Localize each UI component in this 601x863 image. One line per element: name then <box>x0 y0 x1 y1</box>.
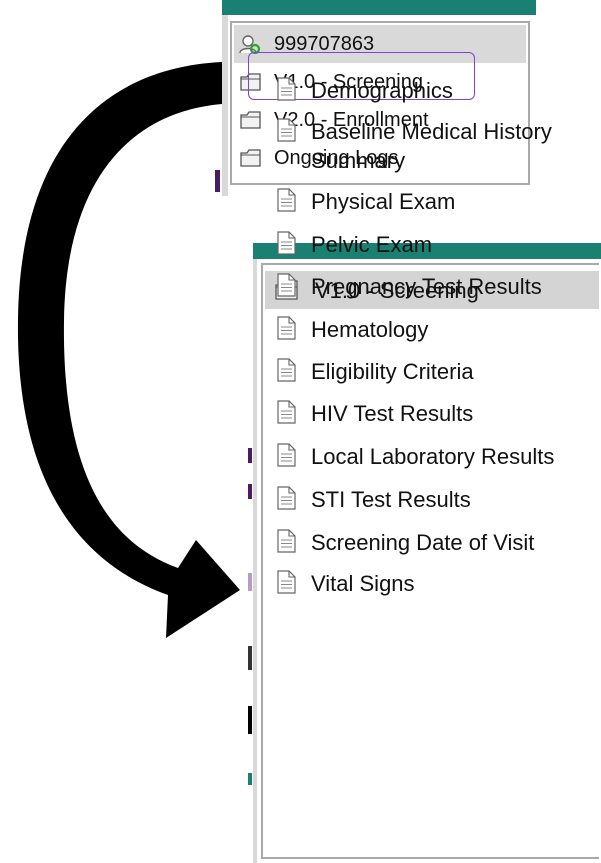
tree-item-text: Local Laboratory Results <box>311 442 554 471</box>
tree-item-text: Pelvic Exam <box>311 230 432 259</box>
tree-item-text: Hematology <box>311 315 428 344</box>
tree-item-label: STI Test Results <box>311 487 471 512</box>
tree-item-form[interactable]: Eligibility Criteria <box>265 357 599 386</box>
tree-item-form[interactable]: Pregnancy Test Results <box>265 272 599 301</box>
tree-item-label: Screening Date of Visit <box>311 530 535 555</box>
folder-icon <box>240 111 261 129</box>
tree-item-form[interactable]: HIV Test Results <box>265 399 599 428</box>
tree-item-label: Pregnancy Test Results <box>311 274 542 299</box>
background-fragment <box>248 484 252 499</box>
participant-icon <box>239 35 261 54</box>
document-icon <box>277 316 296 340</box>
background-fragment <box>248 706 252 734</box>
tree-item-label-line2: Summary <box>311 148 406 173</box>
bottom-tree-panel: V1.0 - Screening Demographics Baseline Me… <box>248 77 601 863</box>
tree-item-label: Baseline Medical History <box>311 119 552 144</box>
tree-item-label: Local Laboratory Results <box>311 444 555 469</box>
background-fragment <box>248 448 252 463</box>
tree-item-label: Physical Exam <box>311 189 456 214</box>
document-icon <box>277 358 296 382</box>
tree-item-text: Vital Signs <box>311 569 415 598</box>
tree-item-form[interactable]: Pelvic Exam <box>265 230 599 259</box>
document-icon <box>277 400 296 424</box>
document-icon <box>277 77 296 101</box>
tree-item-form[interactable]: Vital Signs <box>265 569 599 598</box>
tree-item-text: Eligibility Criteria <box>311 357 474 386</box>
tree-item-form[interactable]: Local Laboratory Results <box>265 442 599 471</box>
tree-item-label: Vital Signs <box>311 571 415 596</box>
document-icon <box>277 529 296 553</box>
tree-item-form[interactable]: Screening Date of Visit <box>265 528 599 557</box>
tree-item-text: STI Test Results <box>311 485 471 514</box>
tree-item-label: Hematology <box>311 317 429 342</box>
document-icon <box>277 570 296 594</box>
tree-item-form[interactable]: Physical Exam <box>265 187 599 216</box>
panel-header-bar <box>222 0 536 15</box>
document-icon <box>277 188 296 212</box>
tree-item-label: Pelvic Exam <box>311 232 433 257</box>
tree-item-form[interactable]: Hematology <box>265 315 599 344</box>
background-fragment <box>248 646 252 670</box>
tree-item-label: HIV Test Results <box>311 401 474 426</box>
document-icon <box>277 273 296 297</box>
tree-item-form[interactable]: Demographics <box>265 76 599 105</box>
tree-item-text: Physical Exam <box>311 187 455 216</box>
panel-left-edge <box>222 15 228 196</box>
tree-item-label: Eligibility Criteria <box>311 359 474 384</box>
document-icon <box>277 486 296 510</box>
tree-item-text: Baseline Medical History Summary <box>311 117 552 175</box>
background-fragment <box>248 573 252 591</box>
tree-view: V1.0 - Screening Demographics Baseline Me… <box>261 77 599 859</box>
panel-left-edge <box>253 259 257 863</box>
background-fragment <box>248 773 252 785</box>
tree-item-label: Demographics <box>311 78 453 103</box>
tree-item-form[interactable]: STI Test Results <box>265 485 599 514</box>
tree-item-text: Demographics <box>311 76 453 105</box>
tree-item-form[interactable]: Baseline Medical History Summary <box>265 117 599 175</box>
folder-icon <box>240 149 261 167</box>
tree-item-text: Screening Date of Visit <box>311 528 534 557</box>
tree-item-text: Pregnancy Test Results <box>311 272 542 301</box>
document-icon <box>277 118 296 142</box>
background-fragment <box>215 170 220 192</box>
document-icon <box>277 443 296 467</box>
tree-item-text: HIV Test Results <box>311 399 473 428</box>
document-icon <box>277 231 296 255</box>
